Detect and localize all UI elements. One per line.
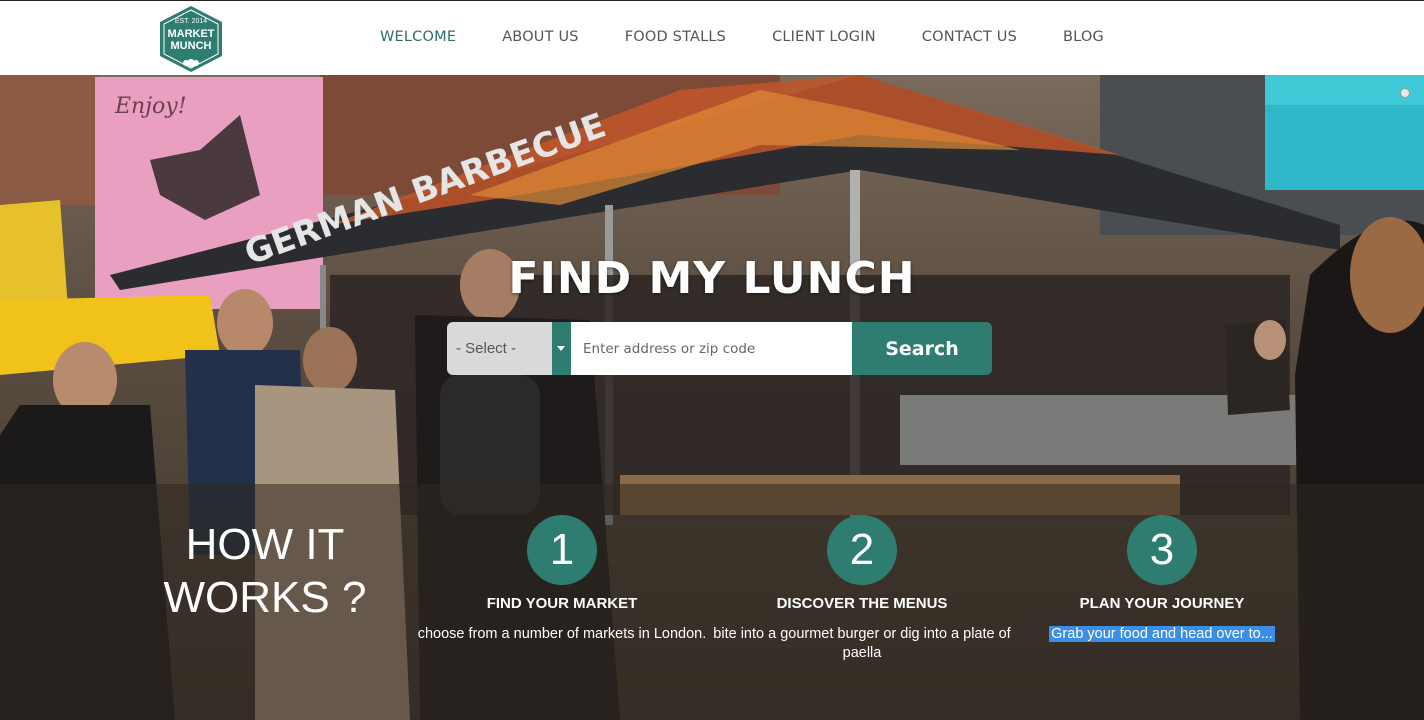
top-navigation-bar: EST. 2014 MARKET MUNCH WELCOME ABOUT US …: [0, 0, 1424, 75]
step-number-badge: 3: [1127, 515, 1197, 585]
chevron-down-icon: [557, 346, 565, 351]
market-select[interactable]: - Select -: [447, 322, 552, 375]
step-description: choose from a number of markets in Londo…: [417, 626, 707, 642]
highlighted-text: Grab your food and head over to...: [1049, 626, 1275, 642]
search-button[interactable]: Search: [852, 322, 992, 375]
logo-market-text: MARKET: [167, 28, 214, 40]
hero-section: Enjoy! GERMAN BARBECUE FIND MY LUNCH - S…: [0, 75, 1424, 720]
hero-title: FIND MY LUNCH: [508, 253, 916, 304]
nav-about-us[interactable]: ABOUT US: [502, 29, 579, 45]
select-dropdown-button[interactable]: [552, 322, 571, 375]
step-label: FIND YOUR MARKET: [486, 595, 638, 612]
how-it-works-section: HOW IT WORKS ? 1 FIND YOUR MARKET choose…: [0, 484, 1424, 720]
step-description: Grab your food and head over to...: [1012, 625, 1312, 644]
nav-contact-us[interactable]: CONTACT US: [922, 29, 1017, 45]
banner-text: Enjoy!: [114, 94, 187, 119]
lunch-search-form: - Select - Search: [447, 322, 992, 375]
how-it-works-title: HOW IT WORKS ?: [163, 520, 367, 622]
nav-client-login[interactable]: CLIENT LOGIN: [772, 29, 876, 45]
nav-food-stalls[interactable]: FOOD STALLS: [625, 29, 726, 45]
step-discover-menus: 2 DISCOVER THE MENUS bite into a gourmet…: [712, 515, 1012, 663]
step-number-badge: 2: [827, 515, 897, 585]
step-description: bite into a gourmet burger or dig into a…: [713, 626, 1011, 661]
main-nav: WELCOME ABOUT US FOOD STALLS CLIENT LOGI…: [380, 29, 1150, 45]
step-label: PLAN YOUR JOURNEY: [1079, 595, 1245, 612]
nav-blog[interactable]: BLOG: [1063, 29, 1104, 45]
step-number-badge: 1: [527, 515, 597, 585]
market-munch-logo[interactable]: EST. 2014 MARKET MUNCH: [156, 4, 226, 74]
logo-munch-text: MUNCH: [171, 40, 212, 52]
nav-welcome[interactable]: WELCOME: [380, 29, 456, 45]
logo-est-text: EST. 2014: [175, 18, 207, 25]
address-input[interactable]: [571, 322, 852, 375]
step-plan-journey: 3 PLAN YOUR JOURNEY Grab your food and h…: [1012, 515, 1312, 644]
step-label: DISCOVER THE MENUS: [776, 595, 948, 612]
slider-dot[interactable]: [1400, 88, 1410, 98]
step-find-market: 1 FIND YOUR MARKET choose from a number …: [412, 515, 712, 644]
